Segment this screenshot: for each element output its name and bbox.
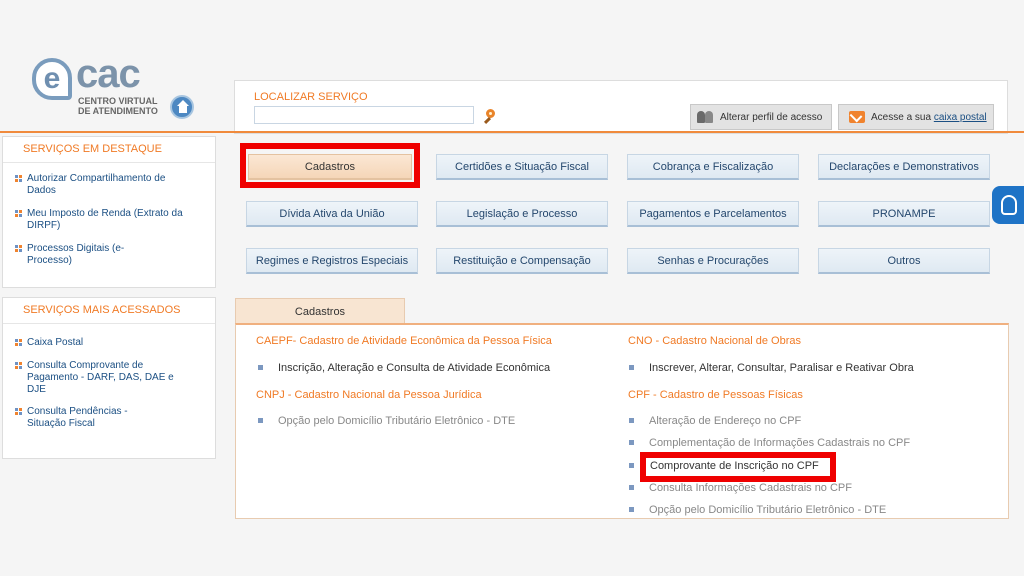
section-title-caepf: CAEPF- Cadastro de Atividade Econômica d…: [256, 335, 552, 347]
sidebar-item-caixa-postal[interactable]: Caixa Postal: [15, 337, 197, 349]
featured-services-title: SERVIÇOS EM DESTAQUE: [23, 143, 162, 155]
bullet-icon: [15, 245, 22, 252]
most-accessed-title: SERVIÇOS MAIS ACESSADOS: [23, 304, 181, 316]
service-link-cpf-alteracao-endereco[interactable]: Alteração de Endereço no CPF: [649, 415, 801, 427]
sidebar-item-meu-imposto-de-renda[interactable]: Meu Imposto de Renda (Extrato da DIRPF): [15, 208, 197, 232]
section-title-cnpj: CNPJ - Cadastro Nacional da Pessoa Juríd…: [256, 389, 482, 401]
service-link-caepf-inscricao[interactable]: Inscrição, Alteração e Consulta de Ativi…: [278, 362, 550, 374]
mailbox-button[interactable]: Acesse a sua caixa postal: [838, 104, 994, 130]
sidebar-item-label: Processos Digitais (e-Processo): [27, 243, 125, 266]
home-icon[interactable]: [170, 95, 194, 119]
category-button-restituicao[interactable]: Restituição e Compensação: [436, 248, 608, 274]
service-link-cpf-comprovante[interactable]: Comprovante de Inscrição no CPF: [650, 460, 819, 472]
mailbox-link[interactable]: caixa postal: [934, 112, 987, 123]
bullet-icon: [15, 362, 22, 369]
category-button-legislacao[interactable]: Legislação e Processo: [436, 201, 608, 227]
search-input[interactable]: [254, 106, 474, 124]
sign-language-icon: [1001, 195, 1017, 215]
divider: [3, 162, 215, 163]
sidebar-item-label: Meu Imposto de Renda (Extrato da DIRPF): [27, 208, 183, 231]
mailbox-label: Acesse a sua caixa postal: [871, 112, 987, 123]
change-profile-label: Alterar perfil de acesso: [720, 111, 823, 123]
sidebar-item-label: Caixa Postal: [27, 337, 84, 348]
category-button-pagamentos[interactable]: Pagamentos e Parcelamentos: [627, 201, 799, 227]
sidebar-item-autorizar-compartilhamento[interactable]: Autorizar Compartilhamento de Dados: [15, 173, 197, 197]
category-button-pronampe[interactable]: PRONAMPE: [818, 201, 990, 227]
category-button-cadastros[interactable]: Cadastros: [248, 154, 412, 180]
category-button-divida-ativa[interactable]: Dívida Ativa da União: [246, 201, 418, 227]
bullet-icon: [258, 365, 263, 370]
logo-subtitle-line1: CENTRO VIRTUAL: [78, 96, 158, 106]
category-button-regimes[interactable]: Regimes e Registros Especiais: [246, 248, 418, 274]
category-button-certidoes[interactable]: Certidões e Situação Fiscal: [436, 154, 608, 180]
service-link-cpf-complementacao[interactable]: Complementação de Informações Cadastrais…: [649, 437, 910, 449]
accessibility-button[interactable]: [992, 186, 1024, 224]
category-button-cobranca[interactable]: Cobrança e Fiscalização: [627, 154, 799, 180]
service-link-cnpj-dte[interactable]: Opção pelo Domicílio Tributário Eletrôni…: [278, 415, 515, 427]
mailbox-prefix: Acesse a sua: [871, 111, 934, 123]
sidebar-item-label: Consulta Pendências - Situação Fiscal: [27, 406, 128, 429]
featured-services-box: SERVIÇOS EM DESTAQUE Autorizar Compartil…: [2, 136, 216, 288]
sidebar-item-consulta-comprovante-pagamento[interactable]: Consulta Comprovante de Pagamento - DARF…: [15, 360, 177, 396]
bullet-icon: [15, 210, 22, 217]
category-button-senhas[interactable]: Senhas e Procurações: [627, 248, 799, 274]
mail-icon: [849, 111, 865, 123]
bullet-icon: [15, 408, 22, 415]
tab-cadastros[interactable]: Cadastros: [235, 298, 405, 324]
logo-subtitle: CENTRO VIRTUAL DE ATENDIMENTO: [78, 96, 158, 116]
divider: [3, 323, 215, 324]
sidebar-item-label: Autorizar Compartilhamento de Dados: [27, 173, 166, 196]
bullet-icon: [629, 463, 634, 468]
bullet-icon: [629, 365, 634, 370]
service-link-cno-obra[interactable]: Inscrever, Alterar, Consultar, Paralisar…: [649, 362, 914, 374]
section-title-cpf: CPF - Cadastro de Pessoas Físicas: [628, 389, 803, 401]
category-button-declaracoes[interactable]: Declarações e Demonstrativos: [818, 154, 990, 180]
logo-e-mark: e: [32, 58, 72, 100]
service-link-cpf-dte[interactable]: Opção pelo Domicílio Tributário Eletrôni…: [649, 504, 886, 516]
search-icon[interactable]: [482, 108, 500, 126]
sidebar-item-processos-digitais[interactable]: Processos Digitais (e-Processo): [15, 243, 147, 267]
bullet-icon: [629, 440, 634, 445]
category-button-outros[interactable]: Outros: [818, 248, 990, 274]
service-link-cpf-consulta[interactable]: Consulta Informações Cadastrais no CPF: [649, 482, 852, 494]
header-divider: [0, 131, 1024, 133]
bullet-icon: [629, 485, 634, 490]
sidebar-item-consulta-pendencias[interactable]: Consulta Pendências - Situação Fiscal: [15, 406, 147, 430]
users-icon: [697, 109, 715, 125]
bullet-icon: [15, 339, 22, 346]
bullet-icon: [258, 418, 263, 423]
logo-subtitle-line2: DE ATENDIMENTO: [78, 106, 158, 116]
search-label: LOCALIZAR SERVIÇO: [254, 91, 368, 103]
bullet-icon: [629, 418, 634, 423]
most-accessed-services-box: SERVIÇOS MAIS ACESSADOS Caixa Postal Con…: [2, 297, 216, 459]
section-title-cno: CNO - Cadastro Nacional de Obras: [628, 335, 802, 347]
bullet-icon: [15, 175, 22, 182]
sidebar-item-label: Consulta Comprovante de Pagamento - DARF…: [27, 360, 174, 395]
bullet-icon: [629, 507, 634, 512]
logo-cac-text: cac: [76, 52, 141, 96]
change-profile-button[interactable]: Alterar perfil de acesso: [690, 104, 832, 130]
